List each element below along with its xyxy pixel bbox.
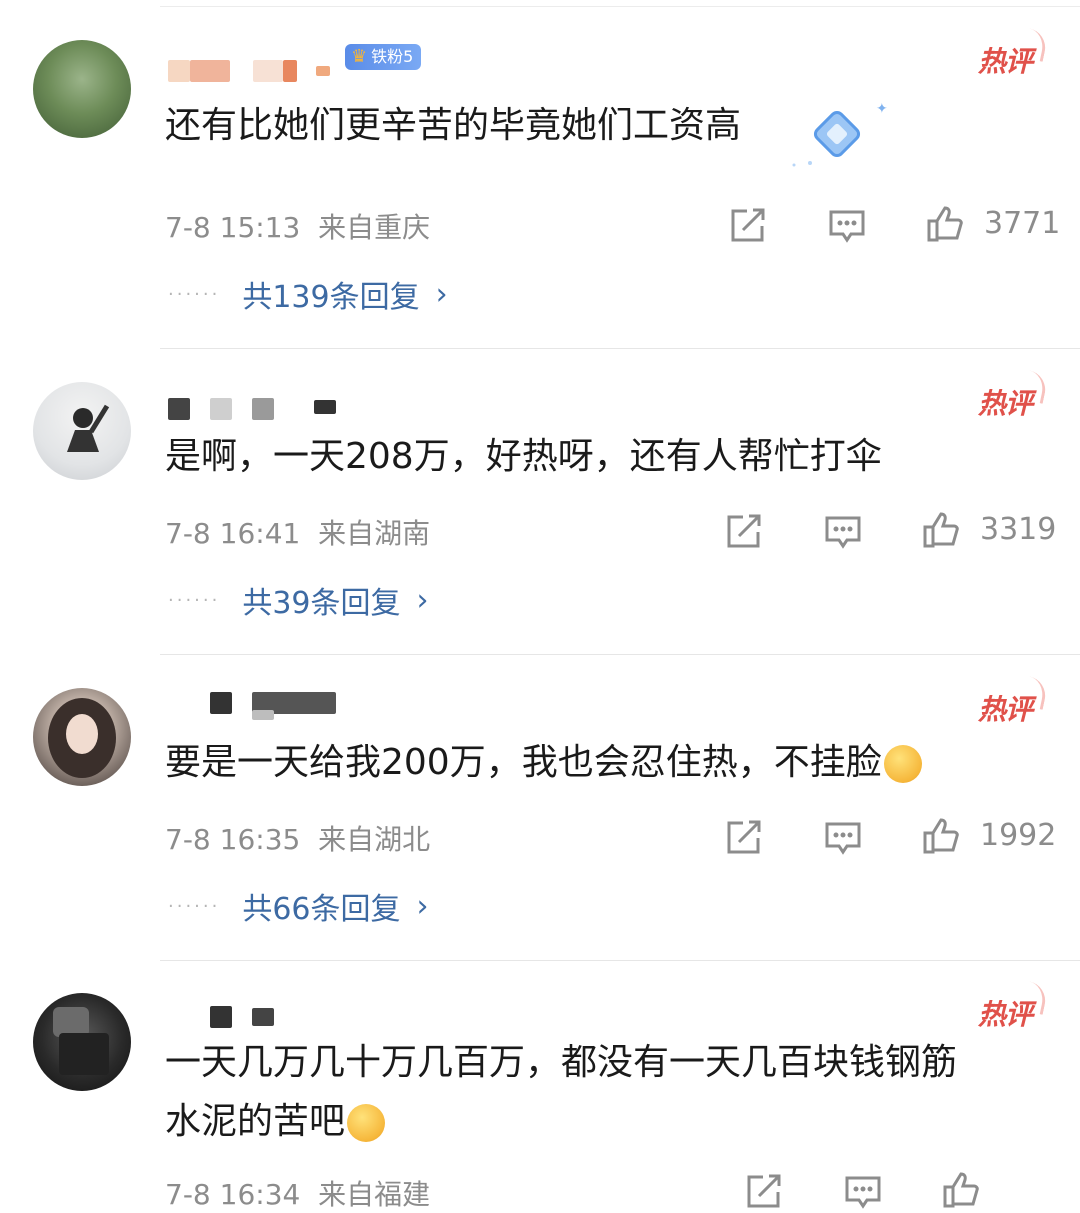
- avatar-figure: [53, 1007, 109, 1075]
- comment-text: 是啊，一天208万，好热呀，还有人帮忙打伞: [165, 436, 882, 477]
- comment-location: 来自湖北: [318, 823, 431, 856]
- hot-comment-tag: 热评: [978, 382, 1033, 422]
- divider: [160, 960, 1080, 961]
- comment-location: 来自福建: [318, 1178, 431, 1211]
- comment-location: 来自湖南: [318, 517, 431, 550]
- crying-face-emoji: [347, 1104, 386, 1142]
- comment-meta: 7-8 16:41 来自湖南: [165, 512, 430, 552]
- view-replies-link[interactable]: ······ 共139条回复 ›: [168, 272, 448, 316]
- comment-time: 7-8 16:41: [165, 517, 301, 550]
- avatar[interactable]: [33, 382, 131, 480]
- fan-badge[interactable]: ♛ 铁粉5: [345, 44, 422, 70]
- share-icon[interactable]: [723, 818, 763, 858]
- comment-location: 来自重庆: [318, 211, 431, 244]
- share-icon[interactable]: [723, 512, 763, 552]
- comment-text-line-2: 水泥的苦吧: [165, 1092, 386, 1152]
- comment-icon[interactable]: [823, 818, 863, 858]
- chevron-right-icon: ›: [416, 582, 429, 618]
- smirk-face-emoji: [883, 745, 922, 783]
- comment-meta: 7-8 16:35 来自湖北: [165, 818, 430, 858]
- chevron-right-icon: ›: [435, 276, 448, 312]
- crown-icon: ♛: [351, 46, 368, 67]
- comment-meta: 7-8 15:13 来自重庆: [165, 206, 430, 246]
- divider: [160, 654, 1080, 655]
- like-count: 1992: [980, 818, 1057, 853]
- thumbs-up-icon[interactable]: [921, 510, 961, 550]
- comment-meta: 7-8 16:34 来自福建: [165, 1173, 430, 1213]
- dots-icon: ······: [168, 283, 221, 305]
- dots-icon: ······: [168, 895, 221, 917]
- diamond-sparkle-icon: ✦: [792, 101, 888, 167]
- share-icon[interactable]: [743, 1172, 783, 1212]
- avatar[interactable]: [33, 40, 131, 138]
- chevron-right-icon: ›: [416, 888, 429, 924]
- like-count: 3771: [984, 206, 1061, 241]
- avatar[interactable]: [33, 993, 131, 1091]
- comment-icon[interactable]: [843, 1172, 883, 1212]
- dots-icon: ······: [168, 589, 221, 611]
- thumbs-up-icon[interactable]: [925, 204, 965, 244]
- avatar-figure: [48, 698, 116, 778]
- comment-icon[interactable]: [827, 206, 867, 246]
- comment-icon[interactable]: [823, 512, 863, 552]
- hot-comment-tag: 热评: [978, 40, 1033, 80]
- view-replies-link[interactable]: ······ 共39条回复 ›: [168, 578, 429, 622]
- view-replies-link[interactable]: ······ 共66条回复 ›: [168, 884, 429, 928]
- share-icon[interactable]: [727, 206, 767, 246]
- svg-text:✦: ✦: [876, 101, 888, 117]
- comment-text-line-1: 一天几万几十万几百万，都没有一天几百块钱钢筋: [165, 1042, 958, 1083]
- hot-comment-tag: 热评: [978, 993, 1033, 1033]
- divider: [160, 348, 1080, 349]
- comment-time: 7-8 15:13: [165, 211, 301, 244]
- thumbs-up-icon[interactable]: [921, 816, 961, 856]
- comment-time: 7-8 16:34: [165, 1178, 301, 1211]
- comment-time: 7-8 16:35: [165, 823, 301, 856]
- comment-text: 要是一天给我200万，我也会忍住热，不挂脸: [165, 733, 922, 793]
- like-count: 3319: [980, 512, 1057, 547]
- hot-comment-tag: 热评: [978, 688, 1033, 728]
- avatar[interactable]: [33, 688, 131, 786]
- comment-text: 还有比她们更辛苦的毕竟她们工资高: [165, 105, 742, 146]
- avatar-figure: [67, 404, 110, 452]
- thumbs-up-icon[interactable]: [941, 1170, 981, 1210]
- top-divider: [160, 6, 1080, 7]
